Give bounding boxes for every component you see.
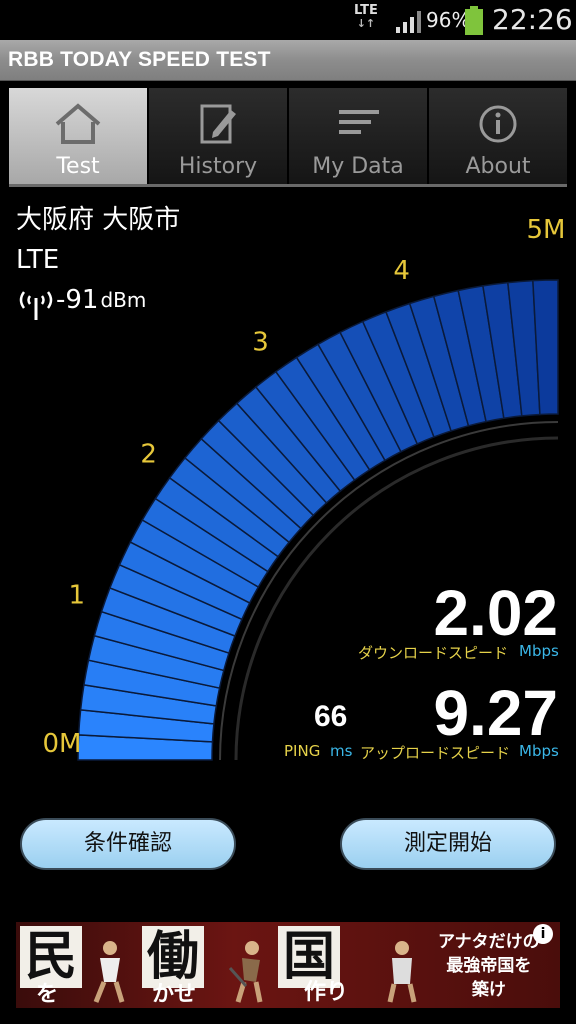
app-title: RBB TODAY SPEED TEST (8, 48, 271, 71)
connection-info: 大阪府 大阪市 LTE -91 dBm (16, 200, 180, 320)
tab-divider (9, 184, 567, 187)
ping-unit: ms (330, 742, 353, 760)
network-type: LTE (16, 245, 60, 275)
download-speed-value: 2.02 (433, 577, 558, 649)
ad-sub-text: を (36, 982, 59, 1007)
download-speed-unit: Mbps (519, 642, 559, 660)
data-activity-icon: ↓↑ (356, 17, 376, 30)
ad-copy-line: 最強帝国を (446, 956, 532, 976)
gauge-scale-label: 5M (527, 215, 566, 245)
upload-speed-value: 9.27 (433, 677, 558, 749)
download-speed-label: ダウンロードスピード (358, 644, 509, 662)
location-area: 大阪府 大阪市 (16, 205, 181, 235)
gauge-scale-label: 1 (68, 581, 85, 611)
gauge-scale-label: 2 (140, 440, 157, 470)
ad-copy-line: アナタだけの (438, 932, 540, 952)
ad-sub-text: 作り (304, 980, 349, 1005)
battery-icon (465, 6, 483, 35)
upload-speed-unit: Mbps (519, 742, 559, 760)
ad-banner[interactable]: 民 を 働 かせ 国 作り アナタだけの 最強帝国を 築け i (16, 922, 560, 1008)
network-label: LTE (354, 3, 378, 18)
network-indicator: LTE ↓↑ (354, 4, 378, 30)
ad-copy-line: 築け (471, 980, 506, 1000)
info-icon (479, 105, 517, 143)
worker-figure-icon (387, 941, 417, 1003)
tab-history[interactable]: History (149, 88, 289, 184)
worker-figure-icon (93, 941, 125, 1003)
gauge-scale-label: 0M (43, 729, 82, 759)
signal-strength: -91 dBm (16, 280, 180, 320)
tab-label: Test (56, 154, 100, 179)
signal-unit: dBm (100, 288, 147, 312)
tab-label: My Data (312, 154, 404, 179)
tab-test[interactable]: Test (9, 88, 149, 184)
ad-info-icon[interactable]: i (533, 924, 553, 944)
start-measurement-button[interactable]: 測定開始 (340, 818, 556, 870)
list-icon (339, 110, 379, 134)
status-bar: LTE ↓↑ 96% 22:26 (0, 0, 576, 40)
signal-strength-icon (396, 11, 421, 33)
check-conditions-button[interactable]: 条件確認 (20, 818, 236, 870)
tab-about[interactable]: About (429, 88, 567, 184)
tab-label: About (465, 154, 531, 179)
home-icon (55, 103, 101, 144)
upload-speed-label: アップロードスピード (360, 744, 511, 762)
app-title-bar: RBB TODAY SPEED TEST (0, 40, 576, 81)
tab-label: History (178, 154, 258, 179)
ping-label: PING (284, 742, 321, 760)
gauge-scale-label: 3 (252, 328, 269, 358)
battery-percent: 96% (426, 8, 471, 32)
ad-sub-text: かせ (152, 982, 197, 1007)
tab-bar: Test History My Data About (9, 88, 567, 186)
antenna-icon (19, 291, 53, 320)
tab-my-data[interactable]: My Data (289, 88, 429, 184)
ping-value: 66 (314, 700, 348, 733)
edit-icon (200, 104, 236, 144)
clock: 22:26 (492, 3, 573, 36)
gauge-scale-label: 4 (393, 256, 410, 286)
ad-copy: アナタだけの 最強帝国を 築け (438, 930, 540, 1002)
signal-value: -91 (56, 285, 99, 315)
worker-figure-icon (228, 941, 263, 1003)
